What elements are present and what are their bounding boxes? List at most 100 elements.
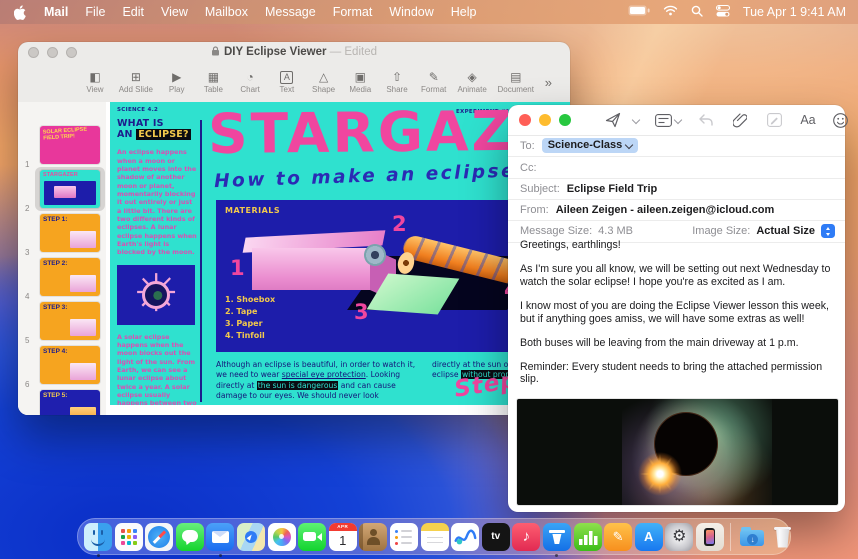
dock-music[interactable]: ♪	[512, 523, 540, 551]
toolbar-view-button[interactable]: ◧View	[82, 71, 108, 94]
toolbar-add-slide-button[interactable]: ⊞Add Slide	[119, 71, 153, 94]
toolbar-text-button[interactable]: AText	[274, 71, 300, 94]
toolbar-format-button[interactable]: ✎Format	[421, 71, 447, 94]
close-button[interactable]	[519, 114, 531, 126]
dock-calendar[interactable]: APR1	[329, 523, 357, 551]
toolbar-document-button[interactable]: ▤Document	[498, 71, 534, 94]
from-field[interactable]: From: Aileen Zeigen - aileen.zeigen@iclo…	[508, 199, 845, 221]
slide-thumbnail-3[interactable]: STEP 1: 3	[18, 214, 106, 258]
mail-compose-window: Aa » To: Science-Class Cc: Subject: Ecli…	[508, 105, 845, 512]
menu-help[interactable]: Help	[451, 5, 477, 19]
dock-contacts[interactable]	[359, 523, 387, 551]
markup-button[interactable]	[759, 109, 789, 131]
dock: APR1 tv ♪ ✎ A ⚙ ↓	[77, 518, 791, 555]
toolbar-chart-button[interactable]: ◔Chart	[237, 71, 263, 94]
slide-thumbnail-6[interactable]: STEP 4: 6	[18, 346, 106, 390]
dock-downloads[interactable]: ↓	[738, 523, 766, 551]
menu-edit[interactable]: Edit	[122, 5, 144, 19]
subject-field[interactable]: Subject: Eclipse Field Trip	[508, 178, 845, 200]
slide-thumbnail-1[interactable]: SOLAR ECLIPSE FIELD TRIP! 1	[18, 126, 106, 170]
dock-trash[interactable]	[769, 523, 797, 551]
iphone-mirroring-icon	[696, 523, 724, 551]
reminders-icon	[390, 523, 418, 551]
control-center-icon[interactable]	[716, 5, 730, 20]
to-field[interactable]: To: Science-Class	[508, 135, 845, 157]
toolbar-shape-button[interactable]: △Shape	[311, 71, 337, 94]
font-format-button[interactable]: Aa	[793, 109, 823, 131]
to-label: To:	[520, 140, 535, 152]
emoji-button[interactable]	[825, 109, 855, 131]
header-fields-button[interactable]	[653, 109, 683, 131]
dock-freeform[interactable]	[451, 523, 479, 551]
finder-icon	[84, 523, 112, 551]
system-settings-icon: ⚙	[665, 523, 693, 551]
menu-view[interactable]: View	[161, 5, 188, 19]
dock-tv[interactable]: tv	[482, 523, 510, 551]
slide-thumbnail-2-selected[interactable]: STARGAZER 2	[18, 170, 106, 214]
toolbar-play-button[interactable]: ▶Play	[164, 71, 190, 94]
send-button[interactable]	[599, 109, 627, 131]
menu-file[interactable]: File	[85, 5, 105, 19]
menu-mail[interactable]: Mail	[44, 5, 68, 19]
toolbar-share-button[interactable]: ⇧Share	[384, 71, 410, 94]
edited-label: — Edited	[330, 46, 377, 58]
materials-label: MATERIALS	[225, 206, 280, 215]
dock-facetime[interactable]	[298, 523, 326, 551]
menu-window[interactable]: Window	[389, 5, 433, 19]
messages-icon	[176, 523, 204, 551]
menu-format[interactable]: Format	[333, 5, 373, 19]
slide-thumbnail-7[interactable]: STEP 5: 7	[18, 390, 106, 415]
toolbar-media-button[interactable]: ▣Media	[347, 71, 373, 94]
photos-icon	[268, 523, 296, 551]
dock-safari[interactable]	[145, 523, 173, 551]
dock-messages[interactable]	[176, 523, 204, 551]
eclipse-photo-attachment[interactable]	[516, 398, 839, 506]
minimize-button[interactable]	[539, 114, 551, 126]
dock-maps[interactable]	[237, 523, 265, 551]
apple-menu-icon[interactable]	[14, 5, 27, 20]
dock-keynote[interactable]	[543, 523, 571, 551]
dock-reminders[interactable]	[390, 523, 418, 551]
slide-canvas[interactable]: SCIENCE 4.2 EXPERIMENT #11 WHAT ISAN ECL…	[106, 102, 570, 415]
menu-clock[interactable]: Tue Apr 1 9:41 AM	[743, 5, 846, 19]
app-store-icon: A	[635, 523, 663, 551]
spotlight-icon[interactable]	[691, 5, 703, 20]
dock-notes[interactable]	[421, 523, 449, 551]
dock-pages[interactable]: ✎	[604, 523, 632, 551]
toolbar-animate-button[interactable]: ◈Animate	[457, 71, 486, 94]
dock-photos[interactable]	[268, 523, 296, 551]
keynote-content: SOLAR ECLIPSE FIELD TRIP! 1 STARGAZER 2 …	[18, 102, 570, 415]
image-size-select[interactable]	[821, 224, 835, 238]
menu-message[interactable]: Message	[265, 5, 316, 19]
dock-iphone-mirroring[interactable]	[696, 523, 724, 551]
body-paragraph: I know most of you are doing the Eclipse…	[520, 300, 833, 326]
message-size-value: 4.3 MB	[598, 225, 633, 237]
dock-launchpad[interactable]	[115, 523, 143, 551]
menu-bar: Mail File Edit View Mailbox Message Form…	[0, 0, 858, 24]
format-icon: ✎	[429, 71, 439, 84]
zoom-button[interactable]	[559, 114, 571, 126]
danger-highlight: the sun is dangerous	[257, 381, 339, 390]
cc-field[interactable]: Cc:	[508, 157, 845, 179]
dock-numbers[interactable]	[574, 523, 602, 551]
slide-thumbnail-5[interactable]: STEP 3: 5	[18, 302, 106, 346]
attachment-button[interactable]	[725, 109, 755, 131]
slide-thumbnail-4[interactable]: STEP 2: 4	[18, 258, 106, 302]
toolbar-table-button[interactable]: ▦Table	[200, 71, 226, 94]
running-indicator	[97, 554, 100, 557]
eclipse-paragraph-2: A solar eclipse happens when the moon bl…	[117, 333, 197, 405]
dock-mail[interactable]	[206, 523, 234, 551]
wifi-icon[interactable]	[663, 5, 678, 19]
reply-button[interactable]	[691, 109, 721, 131]
dock-appstore[interactable]: A	[635, 523, 663, 551]
menu-mailbox[interactable]: Mailbox	[205, 5, 248, 19]
battery-icon[interactable]	[628, 5, 650, 19]
slide-left-column: WHAT ISAN ECLIPSE? An eclipse happens wh…	[117, 118, 197, 405]
dock-finder[interactable]	[84, 523, 112, 551]
dock-settings[interactable]: ⚙	[665, 523, 693, 551]
music-icon: ♪	[512, 523, 540, 551]
recipient-token[interactable]: Science-Class	[542, 138, 639, 153]
toolbar-overflow-chevron[interactable]: »	[545, 75, 552, 90]
slide-navigator: SOLAR ECLIPSE FIELD TRIP! 1 STARGAZER 2 …	[18, 102, 106, 415]
send-options-chevron[interactable]	[627, 109, 645, 131]
